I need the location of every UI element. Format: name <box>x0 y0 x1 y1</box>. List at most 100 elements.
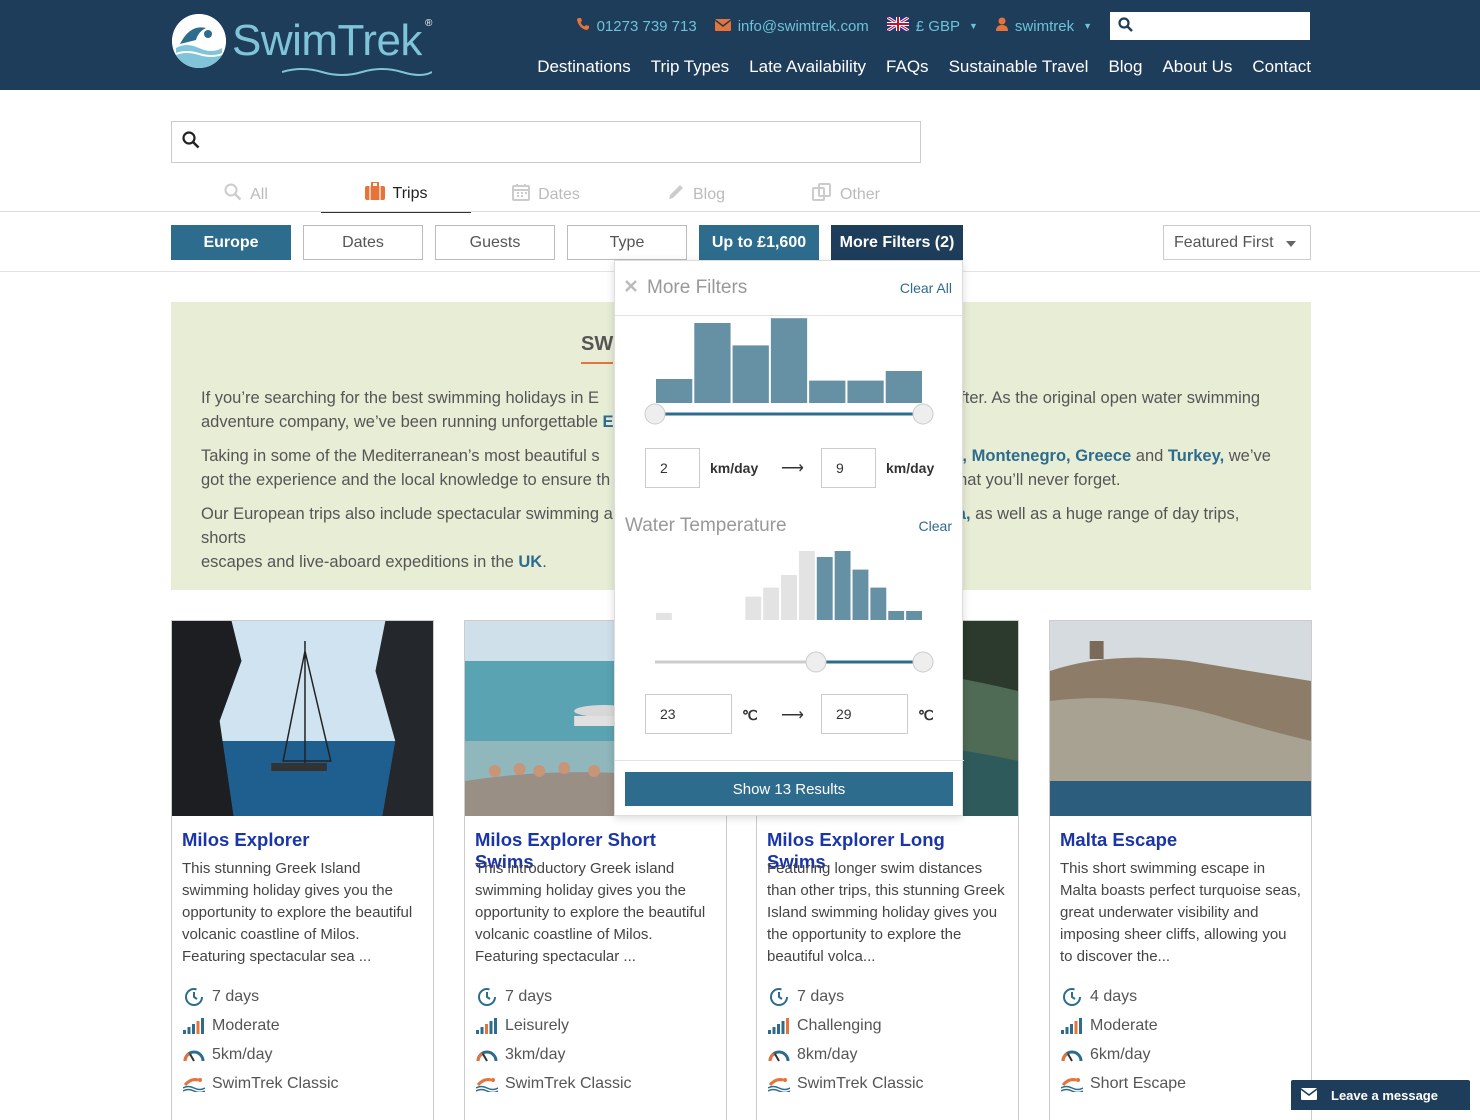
header-search-input[interactable] <box>1110 12 1310 40</box>
water-temperature-heading: Water Temperature <box>625 515 787 536</box>
calendar-icon <box>512 183 531 206</box>
trip-title[interactable]: Milos Explorer Short Swims <box>465 821 726 872</box>
chevron-down-icon: ▼ <box>968 21 978 31</box>
histogram-bar <box>809 380 846 403</box>
search-icon <box>182 130 200 154</box>
uk-flag-icon <box>885 15 910 35</box>
user-icon <box>995 17 1008 35</box>
nav-faqs[interactable]: FAQs <box>886 57 929 77</box>
trip-title[interactable]: Milos Explorer Long Swims <box>757 821 1018 872</box>
histogram-bar <box>834 551 851 620</box>
result-type-tabs: All Trips Dates Blog Other <box>171 176 921 213</box>
filter-region-button[interactable]: Europe <box>171 225 291 260</box>
histogram-bar <box>781 575 797 620</box>
swimmer-icon <box>767 1074 791 1094</box>
site-search-input[interactable] <box>171 121 921 163</box>
phone-icon <box>576 17 590 35</box>
duration-clock-icon <box>475 987 499 1007</box>
slider-handle-max[interactable] <box>912 651 934 673</box>
distance-gauge-icon <box>475 1045 499 1065</box>
slider-handle-min[interactable] <box>644 403 666 425</box>
distance-gauge-icon <box>767 1045 791 1065</box>
temperature-min-input[interactable]: 23 <box>645 694 732 734</box>
trip-photo <box>1050 621 1311 816</box>
nav-sustainable-travel[interactable]: Sustainable Travel <box>949 57 1089 77</box>
nav-destinations[interactable]: Destinations <box>537 57 631 77</box>
histogram-bar <box>656 379 693 403</box>
intro-link-greece[interactable]: Greece <box>1075 447 1131 465</box>
slider-handle-min[interactable] <box>805 651 827 673</box>
caret-down-icon <box>1285 234 1296 252</box>
intro-title: SW <box>581 332 614 364</box>
histogram-bar <box>798 551 815 620</box>
histogram-bar <box>852 569 869 620</box>
pencil-icon <box>667 183 685 206</box>
distance-slider[interactable] <box>615 401 964 427</box>
intro-link-montenegro[interactable]: Montenegro, <box>972 447 1071 465</box>
nav-blog[interactable]: Blog <box>1108 57 1142 77</box>
distance-gauge-icon <box>1060 1045 1084 1065</box>
search-icon <box>1118 16 1133 36</box>
chevron-down-icon: ▼ <box>1083 21 1092 31</box>
nav-contact[interactable]: Contact <box>1252 57 1311 77</box>
main-nav: Destinations Trip Types Late Availabilit… <box>537 57 1311 77</box>
swimmer-logo-icon <box>172 14 226 68</box>
swimtrek-logo[interactable]: SwimTrek ® <box>172 14 432 76</box>
trip-title[interactable]: Milos Explorer <box>172 821 433 854</box>
intro-link[interactable]: E <box>602 413 613 431</box>
temperature-unit-label: ℃ <box>918 707 934 723</box>
intro-link-turkey[interactable]: Turkey, <box>1168 447 1224 465</box>
histogram-bar <box>888 611 905 620</box>
temperature-max-input[interactable]: 29 <box>821 694 908 734</box>
divider <box>615 760 964 761</box>
histogram-bar <box>816 557 833 620</box>
trip-card[interactable]: Malta Escape This short swimming escape … <box>1049 620 1312 1120</box>
filter-dates-button[interactable]: Dates <box>303 225 423 260</box>
search-icon <box>224 183 242 206</box>
histogram-bar <box>745 596 762 620</box>
email-link[interactable]: info@swimtrek.com <box>714 18 869 35</box>
more-filters-panel: More Filters Clear All 2 km/day ⟶ 9 km/d… <box>614 260 964 816</box>
clear-temperature-link[interactable]: Clear <box>919 518 952 534</box>
account-menu[interactable]: swimtrek ▼ <box>995 17 1092 35</box>
show-results-button[interactable]: Show 13 Results <box>625 772 953 806</box>
panel-title: More Filters <box>647 277 748 298</box>
filter-type-button[interactable]: Type <box>567 225 687 260</box>
currency-selector[interactable]: £ GBP ▼ <box>885 15 978 35</box>
slider-handle-max[interactable] <box>912 403 934 425</box>
intro-link-uk[interactable]: UK <box>518 553 542 571</box>
arrow-right-icon: ⟶ <box>781 707 804 724</box>
tab-all[interactable]: All <box>171 176 321 213</box>
divider <box>0 211 1480 212</box>
leave-message-button[interactable]: Leave a message <box>1291 1080 1470 1110</box>
histogram-bar <box>732 345 769 403</box>
logo-wordmark: SwimTrek ® <box>232 16 432 76</box>
tab-other[interactable]: Other <box>771 176 921 213</box>
distance-max-input[interactable]: 9 <box>821 448 876 488</box>
clear-all-link[interactable]: Clear All <box>900 280 952 296</box>
nav-late-availability[interactable]: Late Availability <box>749 57 866 77</box>
difficulty-bars-icon <box>182 1016 206 1036</box>
tab-trips[interactable]: Trips <box>321 176 471 213</box>
distance-unit-label: km/day <box>886 460 935 476</box>
histogram-bar <box>656 612 672 620</box>
sort-select[interactable]: Featured First <box>1163 225 1311 260</box>
distance-min-input[interactable]: 2 <box>645 448 700 488</box>
tab-blog[interactable]: Blog <box>621 176 771 213</box>
nav-about-us[interactable]: About Us <box>1162 57 1232 77</box>
histogram-bar <box>847 380 884 403</box>
trip-title[interactable]: Malta Escape <box>1050 821 1311 854</box>
temperature-slider[interactable] <box>615 649 964 675</box>
distance-unit-label: km/day <box>710 460 759 476</box>
close-icon[interactable] <box>625 279 637 297</box>
nav-trip-types[interactable]: Trip Types <box>651 57 729 77</box>
suitcase-icon <box>364 181 385 205</box>
phone-link[interactable]: 01273 739 713 <box>576 17 697 35</box>
more-filters-button[interactable]: More Filters (2) <box>831 225 963 260</box>
tab-dates[interactable]: Dates <box>471 176 621 213</box>
filter-price-button[interactable]: Up to £1,600 <box>699 225 819 260</box>
trip-card[interactable]: Milos Explorer This stunning Greek Islan… <box>171 620 434 1120</box>
filter-guests-button[interactable]: Guests <box>435 225 555 260</box>
trip-description: This stunning Greek Island swimming holi… <box>182 860 413 965</box>
swimmer-icon <box>182 1074 206 1094</box>
